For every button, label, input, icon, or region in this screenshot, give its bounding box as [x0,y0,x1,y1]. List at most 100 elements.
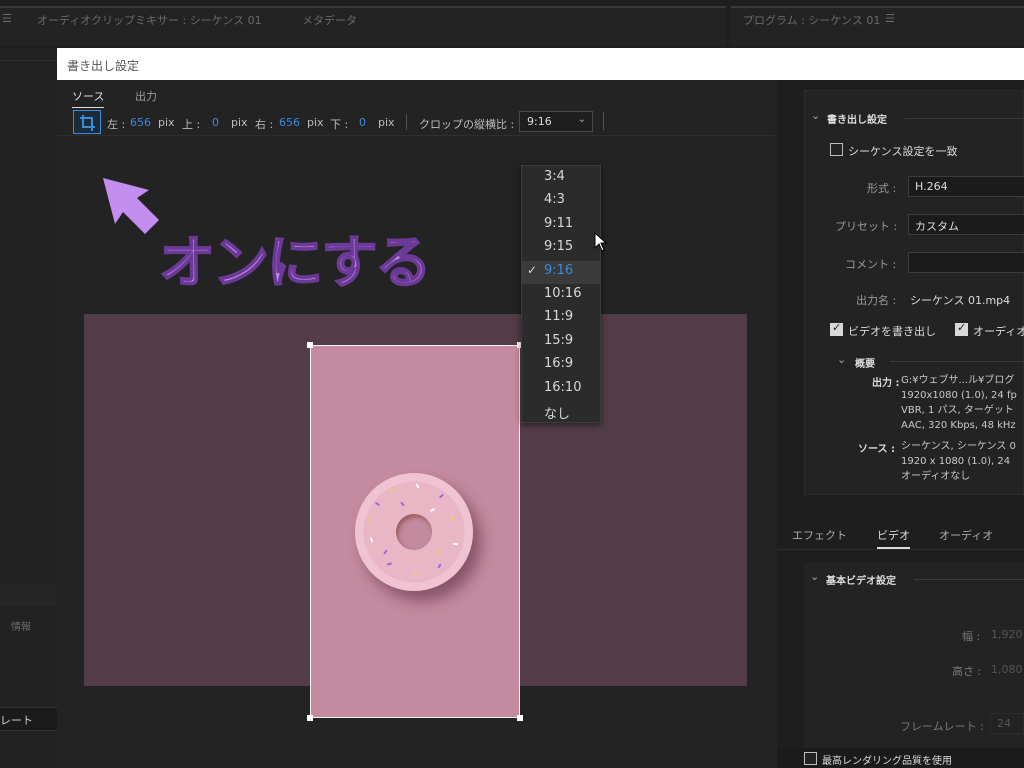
width-label: 幅 : [962,630,981,643]
export-settings-dialog: 書き出し設定 ソース 出力 左 : 656 pix 上 : 0 pix 右 : … [57,48,1024,768]
crop-right-unit: pix [307,116,324,129]
crop-ratio-option-label: 11:9 [544,309,574,325]
export-audio-label: オーディオ [973,325,1024,338]
crop-bottom-value[interactable]: 0 [359,116,366,129]
tab-source[interactable]: ソース [72,88,105,108]
crop-right-value[interactable]: 656 [279,116,300,129]
crop-left-value[interactable]: 656 [130,116,151,129]
match-sequence-checkbox[interactable] [830,143,843,156]
crop-ratio-option[interactable]: 15:9 [522,331,600,354]
crop-ratio-option[interactable]: 9:11 [522,214,600,237]
tab-program-monitor[interactable]: プログラム : シーケンス 01 [743,12,880,28]
program-menu-icon[interactable]: ☰ [885,12,895,25]
divider [603,112,604,130]
max-render-quality-checkbox[interactable] [804,752,817,765]
output-name-link[interactable]: シーケンス 01.mp4 [910,292,1010,308]
divider [406,114,407,130]
sprinkle [451,516,454,522]
dialog-titlebar[interactable]: 書き出し設定 [57,48,1024,80]
tab-audio-clip-mixer[interactable]: オーディオクリップミキサー : シーケンス 01 [37,12,262,28]
summary-output-line: AAC, 320 Kbps, 48 kHz [901,420,1016,431]
crop-ratio-option[interactable]: 3:4 [522,167,600,190]
crop-ratio-option[interactable]: ✓ 9:16 [522,260,600,284]
summary-chevron-icon[interactable]: ⌄ [837,353,846,366]
crop-ratio-option[interactable]: 16:10 [522,378,600,401]
arrow-up-left-icon [103,178,159,234]
crop-bottom-label: 下 : [330,118,349,131]
max-render-quality-label: 最高レンダリング品質を使用 [822,756,952,767]
match-sequence-label: シーケンス設定を一致 [848,145,958,158]
collapse-chevron-icon[interactable]: ⌄ [810,570,819,583]
tab-output[interactable]: 出力 [135,88,157,104]
donut-hole [396,514,432,550]
crop-left-label: 左 : [107,118,126,131]
collapse-chevron-icon[interactable]: ⌄ [811,109,820,122]
crop-toggle-button[interactable] [73,110,101,134]
divider [890,361,1024,362]
annotation-text: オンにする [158,230,433,297]
crop-ratio-label: クロップの縦横比 : [419,118,515,131]
sprinkle [452,542,459,546]
sprinkle [386,562,393,566]
crop-ratio-option[interactable]: なし [522,401,600,424]
crop-ratio-option-label: 16:9 [544,356,574,372]
export-video-label: ビデオを書き出し [848,325,936,338]
crop-ratio-dropdown: 3:4 4:3 9:11 9:15 ✓ 9:16 10:16 11:9 15:9 16:9 16:1… [521,165,601,423]
crop-ratio-value: 9:16 [527,115,552,128]
tab-audio[interactable]: オーディオ [939,527,993,543]
tab-video[interactable]: ビデオ [877,527,910,549]
crop-ratio-option-label: 9:15 [544,239,574,255]
summary-source-line: シーケンス, シーケンス 0 [901,441,1016,452]
panel-divider [0,584,57,606]
panel-menu-icon[interactable]: ☰ [2,12,12,25]
crop-ratio-option[interactable]: 4:3 [522,190,600,213]
comment-label: コメント : [845,258,897,271]
crop-ratio-option-label: 15:9 [544,332,574,348]
framerate-select[interactable]: 24 [990,713,1024,734]
output-name-label: 出力名 : [856,294,897,307]
crop-ratio-select[interactable]: 9:16 ⌄ [519,111,593,132]
crop-toolbar: 左 : 656 pix 上 : 0 pix 右 : 656 pix 下 : 0 … [57,108,774,136]
source-pane: ソース 出力 左 : 656 pix 上 : 0 pix 右 : 656 pix… [57,80,774,768]
crop-ratio-option[interactable]: 9:15 [522,237,600,260]
crop-top-unit: pix [231,116,248,129]
divider [905,118,1024,119]
crop-handle-bottom-right[interactable] [517,715,523,721]
export-audio-checkbox[interactable] [955,321,968,336]
crop-bottom-unit: pix [378,116,395,129]
crop-ratio-option-label: 9:11 [544,215,574,231]
divider [0,60,57,61]
preset-select[interactable]: カスタム [908,214,1024,235]
crop-handle-bottom-left[interactable] [307,715,313,721]
info-tab[interactable]: 情報 [11,618,31,633]
crop-ratio-option[interactable]: 11:9 [522,307,600,330]
summary-output-label: 出力 : [872,378,900,389]
sprinkle [374,501,381,507]
summary-title: 概要 [855,359,875,370]
basic-video-section: ⌄ 基本ビデオ設定 幅 : 1,920 高さ : 1,080 フレームレート :… [804,562,1024,748]
crop-ratio-option[interactable]: 10:16 [522,284,600,307]
sprinkle [437,563,442,569]
left-panel-strip: 情報 レート [0,48,57,768]
sprinkle [383,549,388,555]
sprinkle [412,572,419,576]
export-video-checkbox[interactable] [830,321,843,336]
sprinkle [429,507,436,513]
crop-ratio-option-label: 3:4 [544,169,565,184]
tab-effects[interactable]: エフェクト [792,527,847,543]
crop-handle-top-left[interactable] [307,342,313,348]
crop-ratio-option-label: なし [544,407,571,422]
framerate-label: フレームレート : [900,720,984,733]
settings-tabs: エフェクト ビデオ オーディオ [777,516,1024,550]
crop-ratio-option-label: 4:3 [544,192,565,208]
crop-top-value[interactable]: 0 [212,116,219,129]
section-title: 書き出し設定 [827,115,887,126]
basic-video-title: 基本ビデオ設定 [826,576,896,587]
crop-icon [80,115,95,131]
format-select[interactable]: H.264 [908,176,1024,197]
width-value[interactable]: 1,920 [991,628,1023,641]
tab-metadata[interactable]: メタデータ [302,12,357,28]
crop-ratio-option[interactable]: 16:9 [522,354,600,377]
summary-output-line: VBR, 1 パス, ターゲット [901,405,1014,416]
comment-input[interactable] [908,252,1024,273]
